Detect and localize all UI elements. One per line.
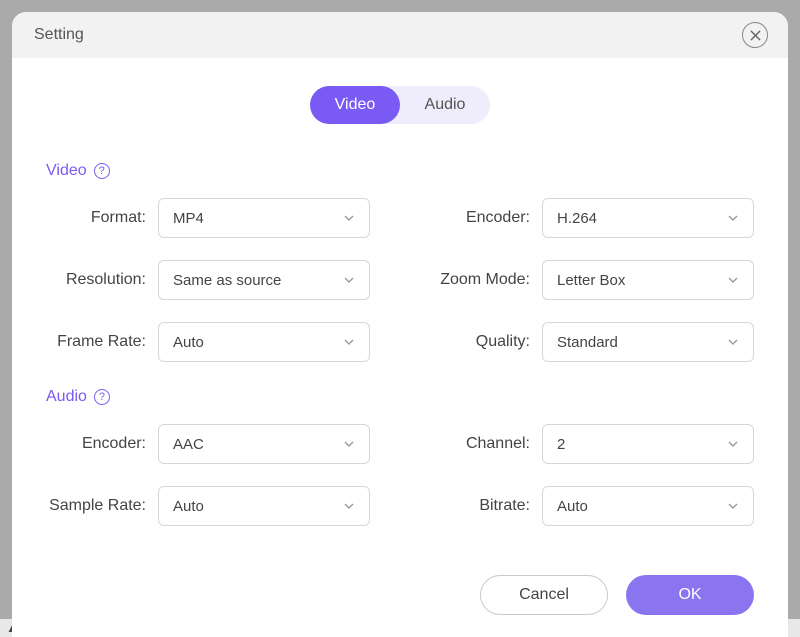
chevron-down-icon	[343, 438, 355, 450]
section-audio-label: Audio	[46, 388, 87, 406]
settings-dialog: Setting Video Audio Video ? Format: MP4 …	[12, 12, 788, 637]
value-sample-rate: Auto	[173, 498, 204, 515]
select-sample-rate[interactable]: Auto	[158, 486, 370, 526]
label-format: Format:	[46, 208, 146, 227]
label-resolution: Resolution:	[46, 270, 146, 289]
value-audio-encoder: AAC	[173, 436, 204, 453]
field-sample-rate: Sample Rate: Auto	[46, 486, 370, 526]
value-resolution: Same as source	[173, 272, 281, 289]
label-encoder: Encoder:	[430, 208, 530, 227]
tab-audio[interactable]: Audio	[400, 86, 490, 124]
label-audio-encoder: Encoder:	[46, 434, 146, 453]
label-zoom-mode: Zoom Mode:	[430, 270, 530, 289]
field-format: Format: MP4	[46, 198, 370, 238]
video-fields: Format: MP4 Encoder: H.264 Resolution: S…	[46, 198, 754, 362]
close-icon	[750, 30, 761, 41]
cancel-button[interactable]: Cancel	[480, 575, 608, 615]
dialog-title: Setting	[34, 26, 84, 44]
value-encoder: H.264	[557, 210, 597, 227]
ok-button[interactable]: OK	[626, 575, 754, 615]
label-frame-rate: Frame Rate:	[46, 332, 146, 351]
select-quality[interactable]: Standard	[542, 322, 754, 362]
dialog-header: Setting	[12, 12, 788, 58]
select-bitrate[interactable]: Auto	[542, 486, 754, 526]
field-channel: Channel: 2	[430, 424, 754, 464]
label-channel: Channel:	[430, 434, 530, 453]
chevron-down-icon	[343, 500, 355, 512]
value-bitrate: Auto	[557, 498, 588, 515]
chevron-down-icon	[343, 336, 355, 348]
chevron-down-icon	[727, 438, 739, 450]
select-resolution[interactable]: Same as source	[158, 260, 370, 300]
audio-fields: Encoder: AAC Channel: 2 Sample Rate: Aut…	[46, 424, 754, 526]
help-icon[interactable]: ?	[94, 163, 110, 179]
value-quality: Standard	[557, 334, 618, 351]
chevron-down-icon	[343, 212, 355, 224]
field-frame-rate: Frame Rate: Auto	[46, 322, 370, 362]
select-zoom-mode[interactable]: Letter Box	[542, 260, 754, 300]
select-format[interactable]: MP4	[158, 198, 370, 238]
chevron-down-icon	[727, 274, 739, 286]
select-encoder[interactable]: H.264	[542, 198, 754, 238]
section-video-label: Video	[46, 162, 87, 180]
label-bitrate: Bitrate:	[430, 496, 530, 515]
close-button[interactable]	[742, 22, 768, 48]
label-sample-rate: Sample Rate:	[46, 496, 146, 515]
tabs: Video Audio	[310, 86, 490, 124]
chevron-down-icon	[343, 274, 355, 286]
field-zoom-mode: Zoom Mode: Letter Box	[430, 260, 754, 300]
chevron-down-icon	[727, 500, 739, 512]
help-icon[interactable]: ?	[94, 389, 110, 405]
value-zoom-mode: Letter Box	[557, 272, 625, 289]
section-video-title: Video ?	[46, 162, 754, 180]
dialog-body: Video Audio Video ? Format: MP4 Encoder:…	[12, 58, 788, 637]
field-bitrate: Bitrate: Auto	[430, 486, 754, 526]
select-frame-rate[interactable]: Auto	[158, 322, 370, 362]
field-quality: Quality: Standard	[430, 322, 754, 362]
field-audio-encoder: Encoder: AAC	[46, 424, 370, 464]
dialog-footer: Cancel OK	[46, 561, 754, 637]
chevron-down-icon	[727, 336, 739, 348]
value-frame-rate: Auto	[173, 334, 204, 351]
select-audio-encoder[interactable]: AAC	[158, 424, 370, 464]
tab-video[interactable]: Video	[310, 86, 400, 124]
label-quality: Quality:	[430, 332, 530, 351]
select-channel[interactable]: 2	[542, 424, 754, 464]
field-encoder: Encoder: H.264	[430, 198, 754, 238]
chevron-down-icon	[727, 212, 739, 224]
field-resolution: Resolution: Same as source	[46, 260, 370, 300]
value-channel: 2	[557, 436, 565, 453]
value-format: MP4	[173, 210, 204, 227]
section-audio-title: Audio ?	[46, 388, 754, 406]
